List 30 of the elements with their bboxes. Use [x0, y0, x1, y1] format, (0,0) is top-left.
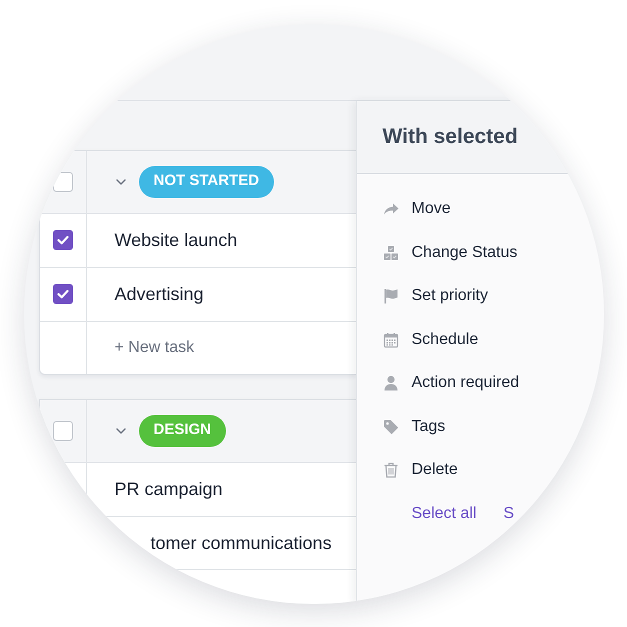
action-link[interactable]: Select all	[412, 502, 476, 526]
trash-icon	[382, 462, 398, 478]
menu-item[interactable]: Change Status	[382, 240, 518, 265]
task-title: Website launch	[114, 230, 238, 250]
panel-title: With selected	[382, 124, 518, 150]
chevron-icon[interactable]	[116, 178, 126, 184]
status-badge: DESIGN	[138, 414, 226, 446]
checkbox[interactable]	[52, 284, 72, 304]
status-badge: NOT STARTED	[138, 166, 274, 198]
arrow-icon	[382, 203, 398, 216]
task-title: Advertising	[114, 284, 204, 304]
menu-item[interactable]: Schedule	[382, 328, 478, 352]
checkbox[interactable]	[52, 172, 72, 192]
task-title: PR campaign	[114, 479, 223, 499]
action-link[interactable]: S	[503, 502, 514, 526]
flag-icon	[382, 288, 398, 304]
menu-item[interactable]: Action required	[382, 371, 520, 396]
menu-item[interactable]: Delete	[382, 458, 458, 482]
new-task-button[interactable]: + New task	[114, 336, 194, 360]
user-icon	[382, 375, 398, 392]
task-title: tomer communications	[150, 532, 332, 552]
tag-icon	[382, 418, 398, 435]
checkbox[interactable]	[52, 230, 72, 250]
calendar-icon	[382, 332, 398, 348]
menu-item[interactable]: Move	[382, 197, 451, 222]
checkbox[interactable]	[52, 420, 72, 440]
boxes-icon	[382, 244, 398, 261]
chevron-icon[interactable]	[116, 428, 126, 434]
menu-item[interactable]: Set priority	[382, 284, 488, 308]
menu-item[interactable]: Tags	[382, 414, 446, 439]
